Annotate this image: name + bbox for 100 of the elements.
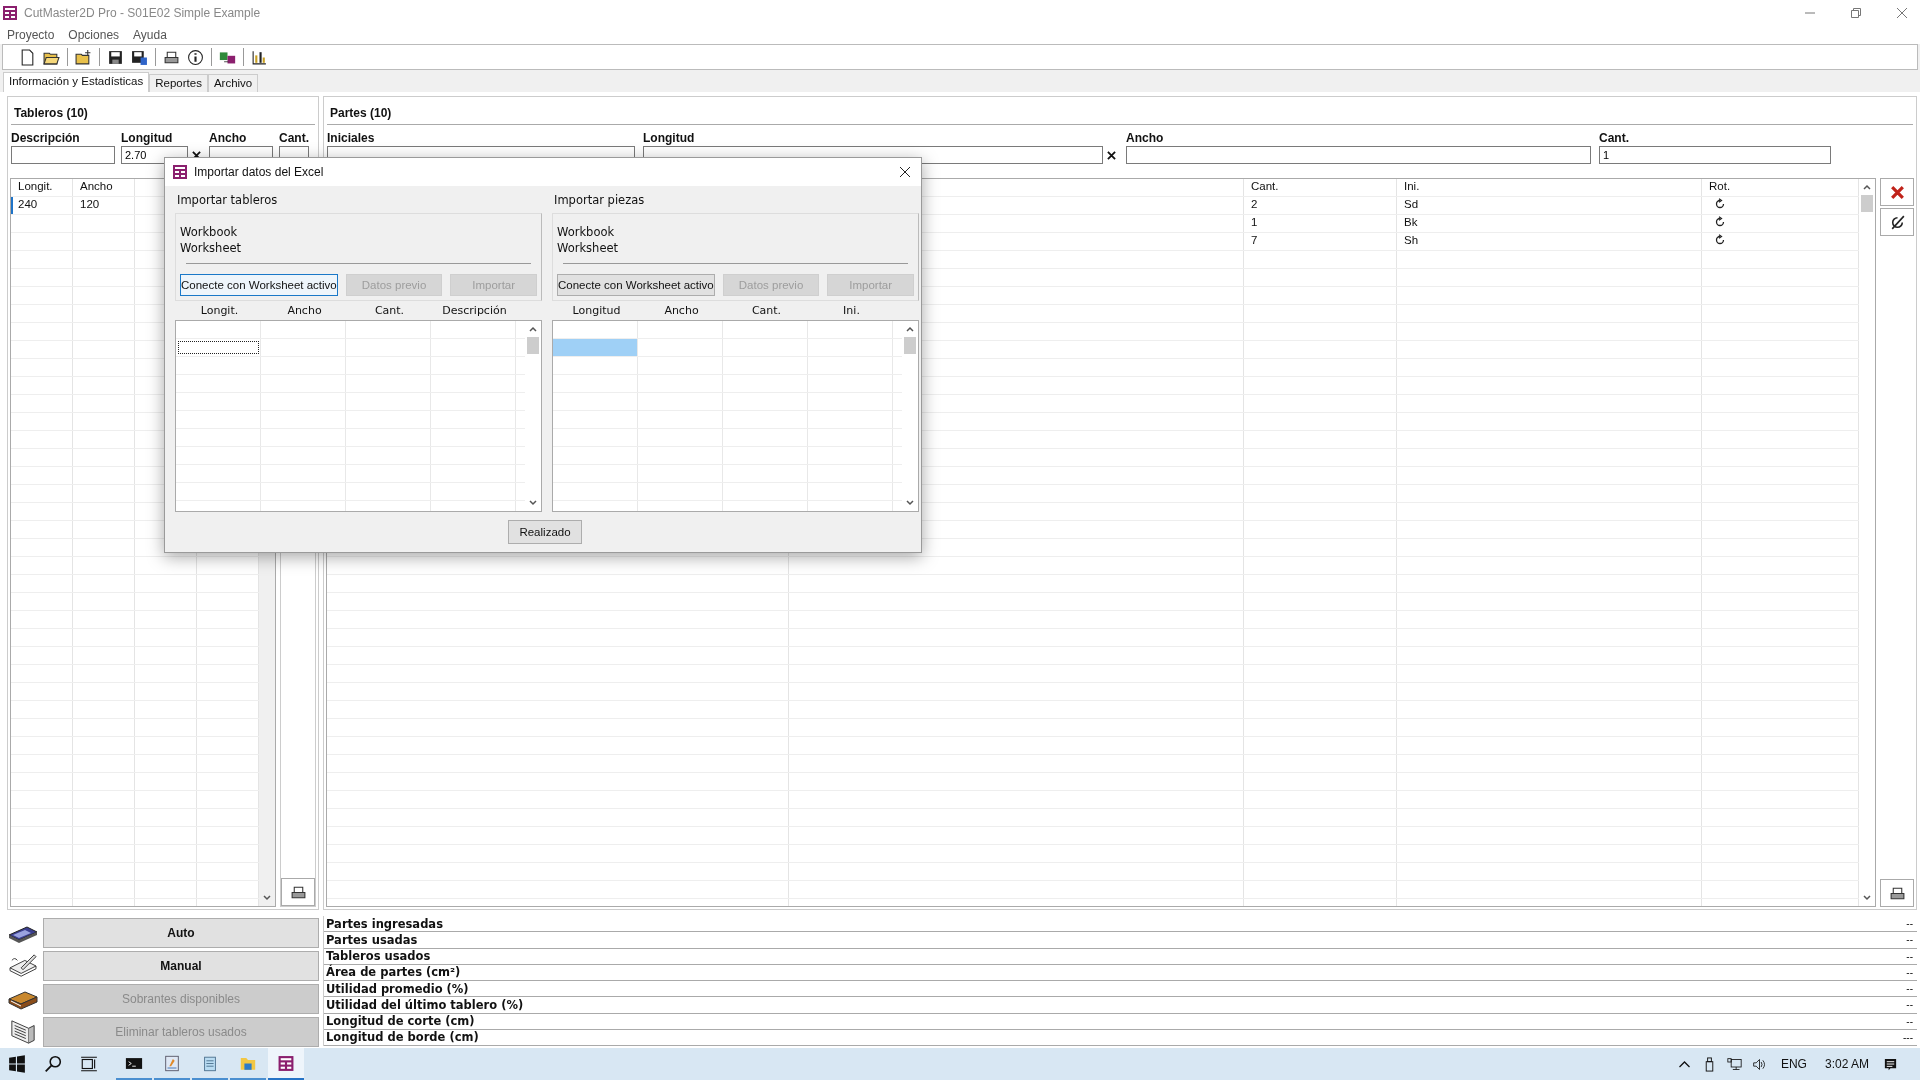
column-header: Descripción bbox=[441, 304, 508, 317]
app-icon bbox=[172, 164, 188, 180]
table-cell: 2 bbox=[1244, 197, 1397, 214]
scroll-down-button[interactable] bbox=[528, 499, 538, 507]
times-icon bbox=[192, 150, 201, 160]
workbook-label: Workbook bbox=[557, 224, 616, 240]
dialog-button[interactable]: Conecte con Worksheet activo bbox=[180, 274, 338, 296]
stat-value: -- bbox=[1906, 999, 1913, 1011]
save-as-icon[interactable] bbox=[131, 48, 148, 66]
scroll-down-button[interactable] bbox=[905, 499, 915, 507]
start-button[interactable] bbox=[8, 1055, 26, 1073]
clock[interactable]: 3:02 AM bbox=[1824, 1057, 1869, 1071]
table-cell: 120 bbox=[73, 197, 135, 214]
tab[interactable]: Información y Estadísticas bbox=[3, 72, 150, 92]
panel-title: Tableros (10) bbox=[11, 97, 315, 125]
column-header: Ancho bbox=[73, 179, 135, 196]
done-button[interactable]: Realizado bbox=[508, 520, 582, 544]
table-cell: 7 bbox=[1244, 233, 1397, 250]
column-header: Ini. bbox=[1397, 179, 1702, 196]
pencil-paper-icon bbox=[7, 953, 39, 979]
app-icon bbox=[277, 1054, 295, 1072]
action-button[interactable]: Manual bbox=[43, 951, 319, 981]
field-label: Longitud bbox=[121, 131, 174, 145]
task-view-icon[interactable] bbox=[80, 1055, 98, 1073]
add-folder-icon[interactable] bbox=[75, 48, 92, 66]
menu-item[interactable]: Proyecto bbox=[7, 28, 55, 42]
stat-value: -- bbox=[1906, 1015, 1913, 1027]
notification-icon[interactable] bbox=[1883, 1056, 1898, 1072]
menu-item[interactable]: Ayuda bbox=[133, 28, 167, 42]
action-button[interactable]: Auto bbox=[43, 918, 319, 948]
no-rotate-button[interactable] bbox=[1880, 208, 1914, 236]
column-header: Ancho bbox=[286, 304, 323, 317]
panel-title: Partes (10) bbox=[327, 97, 1913, 125]
stat-label: Área de partes (cm²) bbox=[326, 965, 461, 980]
stat-label: Utilidad del último tablero (%) bbox=[326, 997, 524, 1012]
search-icon[interactable] bbox=[44, 1055, 62, 1073]
selected-cell[interactable] bbox=[176, 339, 261, 356]
stat-value: -- bbox=[1906, 966, 1913, 978]
column-header: Cant. bbox=[373, 304, 406, 317]
worksheet-label: Worksheet bbox=[180, 240, 243, 256]
stat-value: -- bbox=[1906, 918, 1913, 930]
field-label: Cant. bbox=[279, 131, 309, 145]
volume-icon[interactable] bbox=[1751, 1056, 1767, 1072]
table-cell: 240 bbox=[11, 197, 73, 214]
input-field[interactable] bbox=[11, 146, 115, 164]
restore-button[interactable] bbox=[1850, 7, 1862, 19]
tab[interactable]: Reportes bbox=[149, 74, 208, 92]
network-icon[interactable] bbox=[1726, 1056, 1742, 1072]
scroll-up-button[interactable] bbox=[905, 325, 915, 333]
column-header: Longit. bbox=[11, 179, 73, 196]
dialog-title: Importar datos del Excel bbox=[194, 165, 324, 179]
column-header: Longit. bbox=[199, 304, 240, 317]
field-label: Descripción bbox=[11, 131, 81, 145]
menu-item[interactable]: Opciones bbox=[68, 28, 120, 42]
column-header: Cant. bbox=[1244, 179, 1397, 196]
delete-icon bbox=[1888, 183, 1906, 201]
delete-button[interactable] bbox=[1880, 178, 1914, 206]
stat-label: Longitud de borde (cm) bbox=[326, 1030, 479, 1045]
field-label: Longitud bbox=[643, 131, 696, 145]
print-button[interactable] bbox=[1880, 879, 1914, 907]
tab[interactable]: Archivo bbox=[207, 74, 259, 92]
times-icon bbox=[1107, 150, 1116, 160]
stat-label: Partes usadas bbox=[326, 932, 418, 947]
field-label: Ancho bbox=[209, 131, 248, 145]
column-header: Longitud bbox=[571, 304, 622, 317]
column-header: Ini. bbox=[842, 304, 861, 317]
stat-value: -- bbox=[1906, 934, 1913, 946]
save-icon[interactable] bbox=[107, 48, 124, 66]
scroll-up-button[interactable] bbox=[528, 325, 538, 333]
new-file-icon[interactable] bbox=[19, 48, 36, 66]
worksheet-label: Worksheet bbox=[557, 240, 620, 256]
scroll-down-button[interactable] bbox=[1862, 894, 1872, 902]
installer-icon bbox=[163, 1054, 181, 1072]
stat-label: Tableros usados bbox=[326, 949, 431, 964]
field-label: Ancho bbox=[1126, 131, 1165, 145]
print-button[interactable] bbox=[281, 878, 315, 906]
scroll-up-button[interactable] bbox=[1862, 183, 1872, 191]
scrollbar-thumb[interactable] bbox=[904, 337, 916, 354]
stat-label: Partes ingresadas bbox=[326, 916, 443, 931]
chart-icon[interactable] bbox=[251, 48, 268, 66]
stat-label: Longitud de corte (cm) bbox=[326, 1014, 475, 1029]
selected-cell[interactable] bbox=[553, 339, 638, 356]
input-field[interactable] bbox=[1126, 146, 1591, 164]
notepad-icon bbox=[201, 1054, 219, 1072]
table-cell: Sh bbox=[1397, 233, 1702, 250]
section-title: Importar piezas bbox=[554, 193, 646, 207]
input-field[interactable]: 1 bbox=[1599, 146, 1831, 164]
stat-value: -- bbox=[1906, 950, 1913, 962]
stat-value: -- bbox=[1906, 983, 1913, 995]
taskbar-app[interactable] bbox=[268, 1048, 304, 1080]
close-button[interactable] bbox=[899, 166, 911, 178]
dialog-button[interactable]: Conecte con Worksheet activo bbox=[557, 274, 715, 296]
scrollbar-thumb[interactable] bbox=[1861, 195, 1873, 212]
field-label: Iniciales bbox=[327, 131, 376, 145]
window-title: CutMaster2D Pro - S01E02 Simple Example bbox=[24, 6, 261, 20]
table-cell: Sd bbox=[1397, 197, 1702, 214]
info-icon[interactable] bbox=[187, 48, 204, 66]
scroll-down-button[interactable] bbox=[262, 894, 272, 902]
scrollbar-thumb[interactable] bbox=[527, 337, 539, 354]
language-indicator[interactable]: ENG bbox=[1780, 1057, 1807, 1071]
